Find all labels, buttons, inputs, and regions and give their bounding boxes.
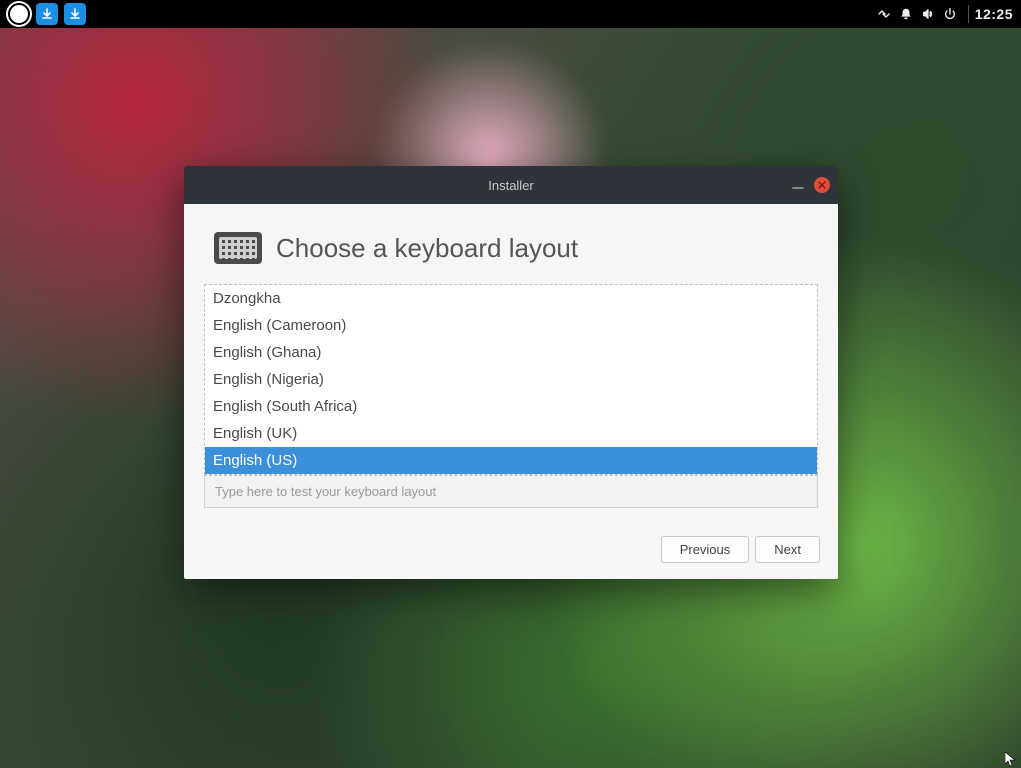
top-panel: 12:25 bbox=[0, 0, 1021, 28]
keyboard-icon bbox=[214, 232, 262, 264]
layout-option[interactable]: English (US) bbox=[205, 447, 817, 474]
clock[interactable]: 12:25 bbox=[968, 5, 1013, 23]
keyboard-test-input[interactable] bbox=[204, 475, 818, 508]
minimize-button[interactable] bbox=[792, 187, 804, 189]
titlebar[interactable]: Installer bbox=[184, 166, 838, 204]
keyboard-layout-list[interactable]: DzongkhaEnglish (Cameroon)English (Ghana… bbox=[204, 284, 818, 475]
close-button[interactable] bbox=[814, 177, 830, 193]
installer-window: Installer Choose a keyboard layout Dzong… bbox=[184, 166, 838, 579]
volume-icon[interactable] bbox=[920, 6, 936, 22]
next-button[interactable]: Next bbox=[755, 536, 820, 563]
window-title: Installer bbox=[488, 178, 534, 193]
taskbar-download-icon-2[interactable] bbox=[64, 3, 86, 25]
layout-option[interactable]: English (Ghana) bbox=[205, 339, 817, 366]
power-icon[interactable] bbox=[942, 6, 958, 22]
layout-option[interactable]: English (Cameroon) bbox=[205, 312, 817, 339]
previous-button[interactable]: Previous bbox=[661, 536, 750, 563]
mouse-cursor bbox=[1005, 752, 1017, 768]
page-heading: Choose a keyboard layout bbox=[214, 232, 818, 264]
layout-option[interactable]: English (Nigeria) bbox=[205, 366, 817, 393]
layout-option[interactable]: Dzongkha bbox=[205, 285, 817, 312]
layout-option[interactable]: English (South Africa) bbox=[205, 393, 817, 420]
layout-option[interactable]: English (UK) bbox=[205, 420, 817, 447]
taskbar-download-icon-1[interactable] bbox=[36, 3, 58, 25]
network-icon[interactable] bbox=[876, 6, 892, 22]
start-menu-button[interactable] bbox=[8, 3, 30, 25]
notifications-icon[interactable] bbox=[898, 6, 914, 22]
footer-buttons: Previous Next bbox=[184, 522, 838, 579]
heading-text: Choose a keyboard layout bbox=[276, 233, 578, 264]
